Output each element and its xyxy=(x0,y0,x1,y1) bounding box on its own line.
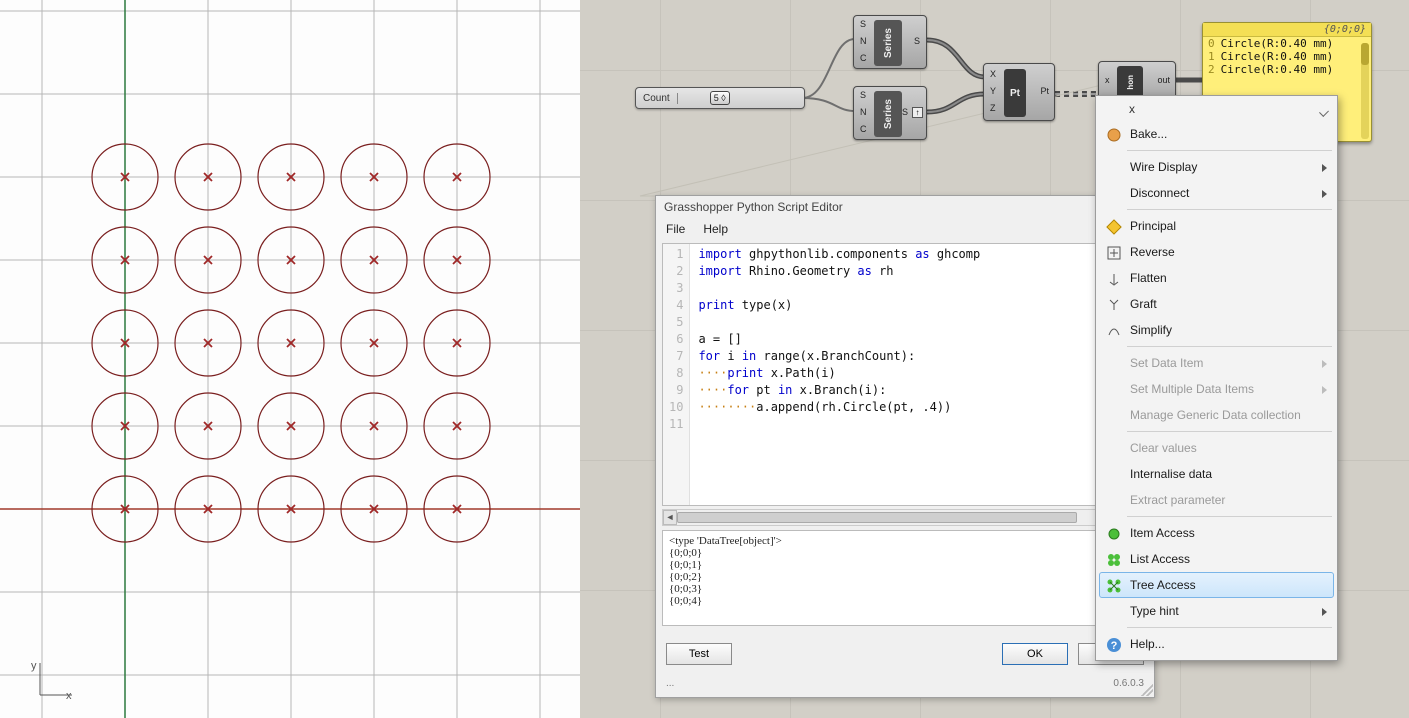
menu-item-label: Simplify xyxy=(1130,323,1172,337)
menu-file[interactable]: File xyxy=(666,222,685,236)
menu-item[interactable]: Type hint xyxy=(1099,598,1334,624)
node-label: hon xyxy=(1126,75,1135,90)
menu-separator xyxy=(1127,431,1332,432)
menu-item: Clear values xyxy=(1099,435,1334,461)
code-area[interactable]: 1234567891011 import ghpythonlib.compone… xyxy=(662,243,1148,506)
slider-label: Count xyxy=(636,93,678,104)
menu-item[interactable]: Reverse xyxy=(1099,239,1334,265)
panel-scrollbar[interactable] xyxy=(1361,43,1369,139)
rhino-viewport[interactable]: x y xyxy=(0,0,580,718)
menu-item[interactable]: Wire Display xyxy=(1099,154,1334,180)
menu-separator xyxy=(1127,150,1332,151)
menu-item[interactable]: Simplify xyxy=(1099,317,1334,343)
bake-icon xyxy=(1105,126,1123,144)
simplify-icon xyxy=(1105,322,1123,340)
submenu-arrow-icon xyxy=(1322,386,1327,394)
graft-icon: ↑ xyxy=(912,107,923,118)
menu-item-label: Clear values xyxy=(1130,441,1197,455)
menu-item-label: Reverse xyxy=(1130,245,1175,259)
construct-point-node[interactable]: X Y Z Pt Pt xyxy=(983,63,1055,121)
axis-x-label: x xyxy=(66,690,72,702)
line-gutter: 1234567891011 xyxy=(663,244,690,505)
node-label: Series xyxy=(883,28,894,58)
axis-y-label: y xyxy=(31,660,37,672)
help-icon: ? xyxy=(1105,636,1123,654)
menu-item-label: Manage Generic Data collection xyxy=(1130,408,1301,422)
node-label: Pt xyxy=(1010,88,1020,99)
series-node-bottom[interactable]: S N C Series S ↑ xyxy=(853,86,927,140)
python-script-editor[interactable]: Grasshopper Python Script Editor File He… xyxy=(655,195,1155,698)
diamond-icon xyxy=(1105,218,1123,236)
flatten-icon xyxy=(1105,270,1123,288)
menu-item[interactable]: Item Access xyxy=(1099,520,1334,546)
dots-green-icon xyxy=(1105,551,1123,569)
menu-item[interactable]: Flatten xyxy=(1099,265,1334,291)
menu-separator xyxy=(1127,516,1332,517)
menu-item-label: Wire Display xyxy=(1130,160,1197,174)
series-node-top[interactable]: S N C Series S xyxy=(853,15,927,69)
submenu-arrow-icon xyxy=(1322,164,1327,172)
menu-separator xyxy=(1127,627,1332,628)
panel-header: {0;0;0} xyxy=(1203,23,1371,37)
dot-green-icon xyxy=(1105,525,1123,543)
reverse-icon xyxy=(1105,244,1123,262)
menu-item-label: Help... xyxy=(1130,637,1165,651)
menu-item-label: Tree Access xyxy=(1130,578,1196,592)
slider-knob[interactable]: 5 ◊ xyxy=(710,91,730,105)
menu-item-label: Set Data Item xyxy=(1130,356,1203,370)
ok-button[interactable]: OK xyxy=(1002,643,1068,665)
submenu-arrow-icon xyxy=(1322,360,1327,368)
menu-item: Extract parameter xyxy=(1099,487,1334,513)
menu-item-label: List Access xyxy=(1130,552,1190,566)
horizontal-scrollbar[interactable]: ◄► xyxy=(662,509,1148,526)
menu-item[interactable]: Disconnect xyxy=(1099,180,1334,206)
context-menu[interactable]: x Bake... Wire Display Disconnect Princi… xyxy=(1095,95,1338,661)
submenu-arrow-icon xyxy=(1322,190,1327,198)
graft-icon xyxy=(1105,296,1123,314)
menu-item-label: Disconnect xyxy=(1130,186,1189,200)
menu-item-label: Item Access xyxy=(1130,526,1195,540)
panel-row: 0Circle(R:0.40 mm) xyxy=(1203,37,1371,50)
menu-item-label: Principal xyxy=(1130,219,1176,233)
menu-item[interactable]: Principal xyxy=(1099,213,1334,239)
menu-item-label: Graft xyxy=(1130,297,1157,311)
node-label: Series xyxy=(883,99,894,129)
resize-handle[interactable] xyxy=(1141,684,1153,696)
menu-item[interactable]: Graft xyxy=(1099,291,1334,317)
menu-item[interactable]: List Access xyxy=(1099,546,1334,572)
footer-version: 0.6.0.3 xyxy=(1113,678,1144,689)
panel-row: 2Circle(R:0.40 mm) xyxy=(1203,63,1371,76)
menu-item-label: Type hint xyxy=(1130,604,1179,618)
menu-item-label: Bake... xyxy=(1130,127,1167,141)
menu-item-label: Flatten xyxy=(1130,271,1167,285)
submenu-arrow-icon xyxy=(1322,608,1327,616)
tree-green-icon xyxy=(1105,577,1123,595)
menu-item[interactable]: ? Help... xyxy=(1099,631,1334,657)
editor-title: Grasshopper Python Script Editor xyxy=(656,196,1154,218)
panel-row: 1Circle(R:0.40 mm) xyxy=(1203,50,1371,63)
context-input[interactable]: x xyxy=(1099,99,1334,121)
menu-item: Manage Generic Data collection xyxy=(1099,402,1334,428)
menu-item-label: Internalise data xyxy=(1130,467,1212,481)
menu-item[interactable]: Bake... xyxy=(1099,121,1334,147)
menu-item: Set Data Item xyxy=(1099,350,1334,376)
menu-item-label: Set Multiple Data Items xyxy=(1130,382,1254,396)
menu-item: Set Multiple Data Items xyxy=(1099,376,1334,402)
menu-item-label: Extract parameter xyxy=(1130,493,1225,507)
menu-separator xyxy=(1127,209,1332,210)
output-area[interactable]: <type 'DataTree[object]'> {0;0;0} {0;0;1… xyxy=(662,530,1148,626)
footer-left: ... xyxy=(666,678,674,689)
count-slider[interactable]: Count 5 ◊ xyxy=(635,87,805,109)
menu-item[interactable]: Internalise data xyxy=(1099,461,1334,487)
menu-item[interactable]: Tree Access xyxy=(1099,572,1334,598)
code-source[interactable]: import ghpythonlib.components as ghcomp … xyxy=(690,244,988,505)
svg-text:?: ? xyxy=(1111,640,1118,652)
test-button[interactable]: Test xyxy=(666,643,732,665)
menu-separator xyxy=(1127,346,1332,347)
menu-help[interactable]: Help xyxy=(703,222,728,236)
